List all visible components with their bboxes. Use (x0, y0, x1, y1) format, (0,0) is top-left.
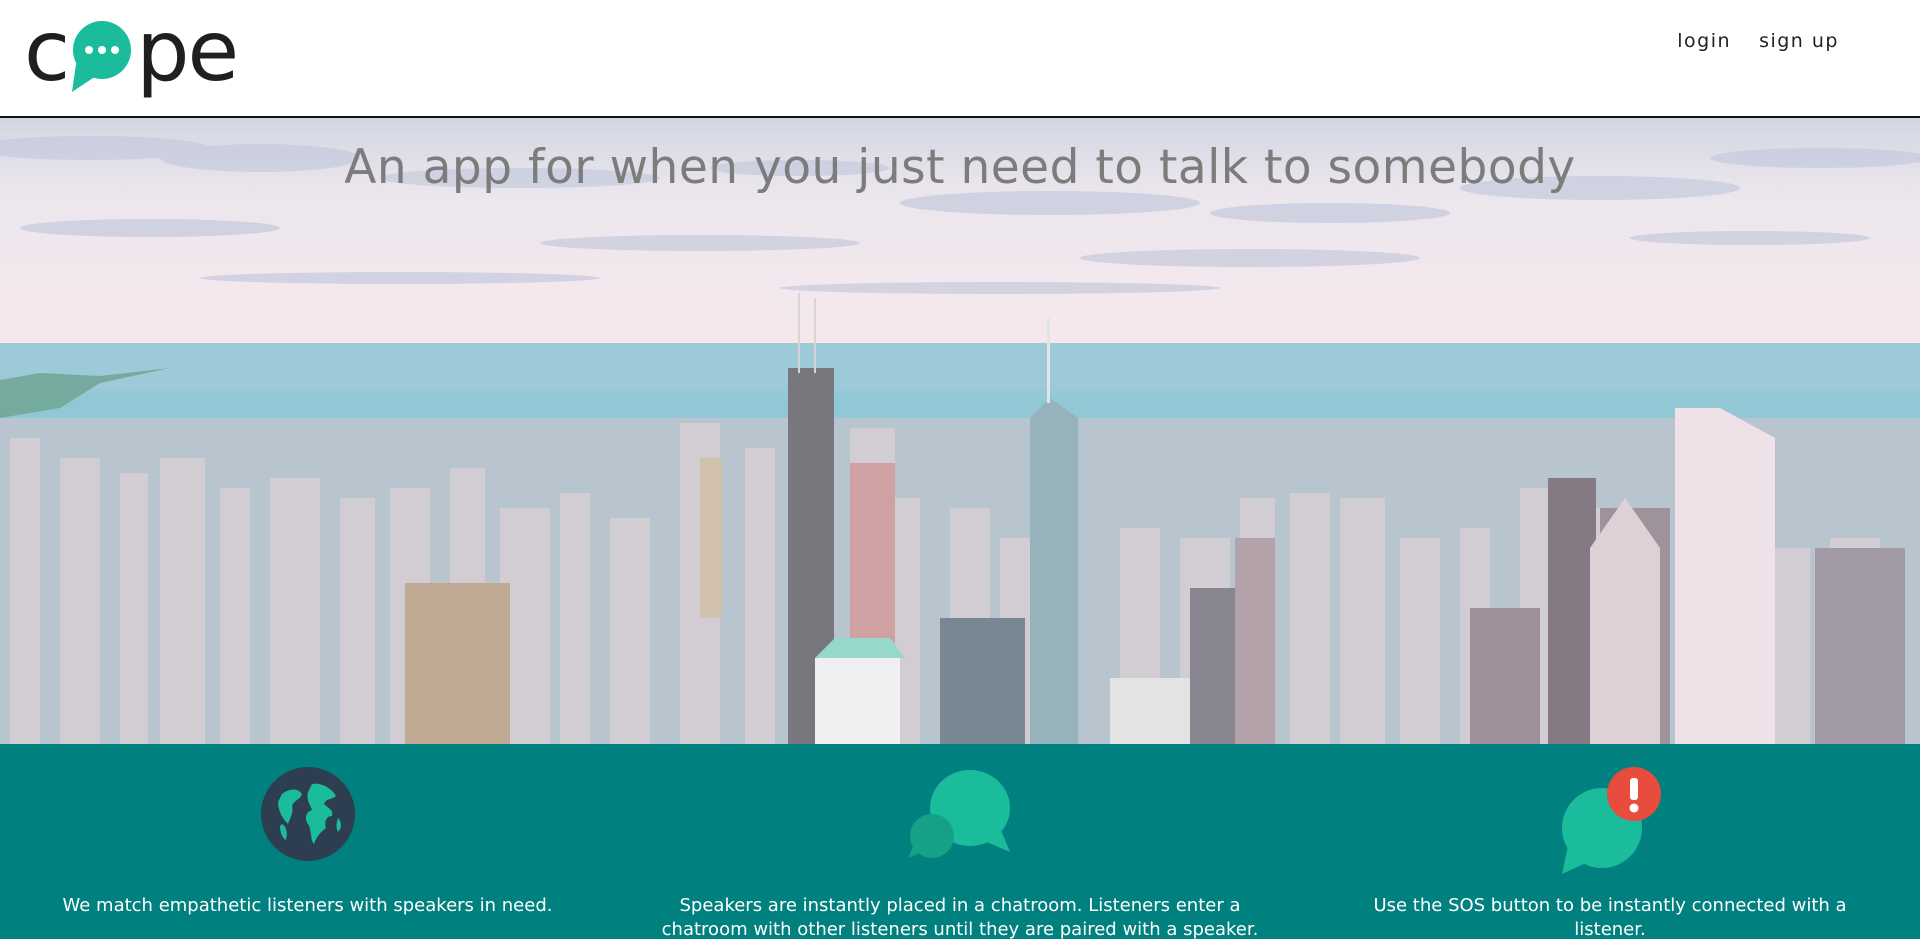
hero-title: An app for when you just need to talk to… (344, 140, 1576, 195)
login-link[interactable]: login (1677, 30, 1731, 52)
speech-bubble-icon (70, 20, 134, 94)
logo-text-right: pe (136, 2, 239, 100)
sign-up-link[interactable]: sign up (1759, 30, 1839, 52)
top-nav: login sign up (1677, 30, 1839, 52)
logo-text-left: c (24, 2, 70, 100)
chat-bubbles-icon (908, 766, 1012, 866)
hero-banner: An app for when you just need to talk to… (0, 118, 1920, 744)
city-skyline-image (0, 118, 1920, 744)
feature-text: Use the SOS button to be instantly conne… (1373, 895, 1847, 940)
sos-alert-bubble-icon (1558, 766, 1662, 878)
cope-logo[interactable]: c pe (24, 2, 239, 100)
feature-text: Speakers are instantly placed in a chatr… (661, 895, 1259, 940)
feature-text: We match empathetic listeners with speak… (62, 895, 553, 916)
globe-icon (260, 766, 356, 866)
site-header: c pe login sign up (0, 0, 1920, 118)
features-section: We match empathetic listeners with speak… (0, 744, 1920, 940)
